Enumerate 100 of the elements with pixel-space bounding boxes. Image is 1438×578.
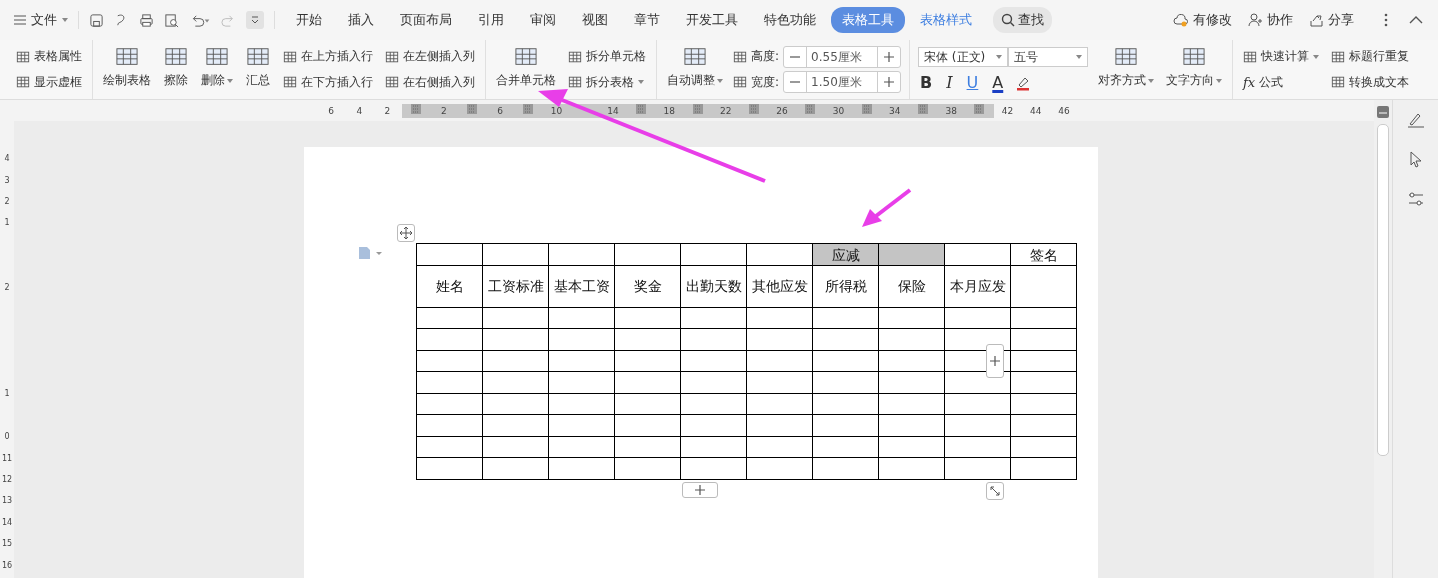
format-button[interactable]: I <box>944 73 955 92</box>
ribbon-button[interactable]: fx 公式 <box>1241 72 1322 92</box>
ruler-number: 2 <box>429 103 458 118</box>
ruler-number: 26 <box>768 103 797 118</box>
column-marker-icon[interactable] <box>523 103 534 114</box>
customize-button[interactable] <box>246 11 264 29</box>
font-select[interactable]: 宋体 (正文) <box>918 47 1009 67</box>
table-icon <box>283 49 297 64</box>
ruler-number: 1 <box>4 388 10 401</box>
annotation-arrow <box>862 188 912 227</box>
plus-icon <box>884 77 895 88</box>
ribbon-button[interactable]: 拆分表格 <box>566 72 648 92</box>
format-button[interactable]: B <box>918 73 935 92</box>
ribbon-button[interactable]: 转换成文本 <box>1329 72 1412 92</box>
add-row-button[interactable] <box>682 482 718 498</box>
ruler-number: 46 <box>1057 104 1071 118</box>
save-icon[interactable] <box>89 12 104 28</box>
ribbon-button[interactable]: 表格属性 <box>14 47 84 67</box>
ribbon-button[interactable]: 在上方插入行 <box>281 47 375 67</box>
table-cell: 保险 <box>878 265 945 308</box>
document-icon[interactable] <box>358 246 384 260</box>
share-icon <box>1309 13 1324 27</box>
toolbar-button[interactable]: 协作 <box>1242 11 1299 29</box>
toolbar-button[interactable]: 有修改 <box>1167 11 1238 29</box>
ribbon-button[interactable]: 显示虚框 <box>14 72 84 92</box>
ribbon-button[interactable]: 标题行重复 <box>1329 47 1412 67</box>
ribbon-tab[interactable]: 引用 <box>467 7 515 33</box>
column-marker-icon[interactable] <box>410 103 421 114</box>
scrollbar-thumb[interactable] <box>1377 124 1389 456</box>
ruler-number: 6 <box>486 103 515 118</box>
table-icon <box>568 75 582 90</box>
ruler-number: 12 <box>1 474 13 487</box>
ribbon-button[interactable]: 快速计算 <box>1241 47 1322 67</box>
move-table-handle[interactable] <box>397 224 415 242</box>
ribbon-tab[interactable]: 表格样式 <box>909 7 983 33</box>
user-add-icon <box>1248 13 1263 27</box>
preview-icon[interactable] <box>164 12 179 28</box>
plus-icon <box>695 485 705 495</box>
ruler-number: 22 <box>711 103 740 118</box>
ribbon-button[interactable]: 文字方向 <box>1164 42 1225 97</box>
resize-icon <box>733 49 747 64</box>
ruler-number: 42 <box>1000 104 1015 118</box>
format-button[interactable]: U <box>964 73 981 92</box>
column-marker-icon[interactable] <box>692 103 703 114</box>
column-marker-icon[interactable] <box>974 103 985 114</box>
ribbon-tab[interactable]: 开发工具 <box>675 7 749 33</box>
print-icon[interactable] <box>139 12 154 28</box>
caret-icon <box>996 55 1003 59</box>
column-marker-icon[interactable] <box>467 103 478 114</box>
ribbon-tab[interactable]: 审阅 <box>519 7 567 33</box>
column-marker-icon[interactable] <box>918 103 929 114</box>
ribbon-button[interactable]: 对齐方式 <box>1096 42 1157 97</box>
caret-icon <box>62 18 68 22</box>
ribbon-button[interactable]: 在左侧插入列 <box>383 47 477 67</box>
table-icon <box>163 46 189 68</box>
ribbon-tab[interactable]: 开始 <box>285 7 333 33</box>
ruler-toggle-icon[interactable] <box>1377 106 1389 118</box>
ruler-number: 14 <box>598 103 628 118</box>
search-icon <box>1001 13 1015 27</box>
add-column-button[interactable] <box>986 344 1004 378</box>
column-marker-icon[interactable] <box>861 103 872 114</box>
table-cell: 姓名 <box>416 265 483 308</box>
ribbon-button[interactable]: 汇总 <box>243 42 273 97</box>
ribbon-button[interactable]: 绘制表格 <box>101 42 153 97</box>
ribbon-button[interactable]: 在下方插入行 <box>281 72 375 92</box>
search-button[interactable]: 查找 <box>993 7 1052 33</box>
spin-field[interactable]: 0.55厘米 <box>783 45 902 68</box>
resize-table-handle[interactable] <box>986 482 1004 500</box>
ribbon-button[interactable]: 自动调整 <box>665 42 725 97</box>
table-icon <box>245 46 271 68</box>
ribbon-tab[interactable]: 视图 <box>571 7 619 33</box>
ruler-number: 6 <box>327 104 335 118</box>
ribbon-button[interactable]: 在右侧插入列 <box>383 72 477 92</box>
settings-icon[interactable] <box>1406 190 1425 208</box>
spin-field[interactable]: 1.50厘米 <box>783 71 902 94</box>
ribbon-tab[interactable]: 章节 <box>623 7 671 33</box>
column-marker-icon[interactable] <box>636 103 647 114</box>
ribbon-tab[interactable]: 特色功能 <box>753 7 827 33</box>
file-menu[interactable]: 文件 <box>8 11 74 29</box>
table-icon <box>16 49 30 64</box>
format-button[interactable]: A <box>990 73 1006 92</box>
ruler-number: 4 <box>355 104 364 118</box>
menu-icon <box>14 15 26 25</box>
column-marker-icon[interactable] <box>805 103 816 114</box>
table-cell: 其他应发 <box>746 265 813 308</box>
ribbon-tab[interactable]: 插入 <box>337 7 385 33</box>
table-icon <box>568 49 582 64</box>
table-cell: 工资标准 <box>482 265 549 308</box>
ribbon-button[interactable]: 删除 <box>199 42 235 97</box>
ruler-number: 18 <box>655 103 684 118</box>
size-select[interactable]: 五号 <box>1008 47 1089 67</box>
ruler-number: 14 <box>1 516 13 529</box>
ribbon-button[interactable]: 合并单元格 <box>494 42 558 97</box>
toolbar-button[interactable]: 分享 <box>1303 11 1360 29</box>
ribbon-button[interactable]: 拆分单元格 <box>566 47 648 67</box>
ribbon-tab[interactable]: 页面布局 <box>389 7 463 33</box>
column-marker-icon[interactable] <box>748 103 759 114</box>
ribbon-button[interactable]: 擦除 <box>161 42 191 97</box>
table-icon <box>513 46 539 68</box>
field-label: 高度: <box>751 48 780 66</box>
